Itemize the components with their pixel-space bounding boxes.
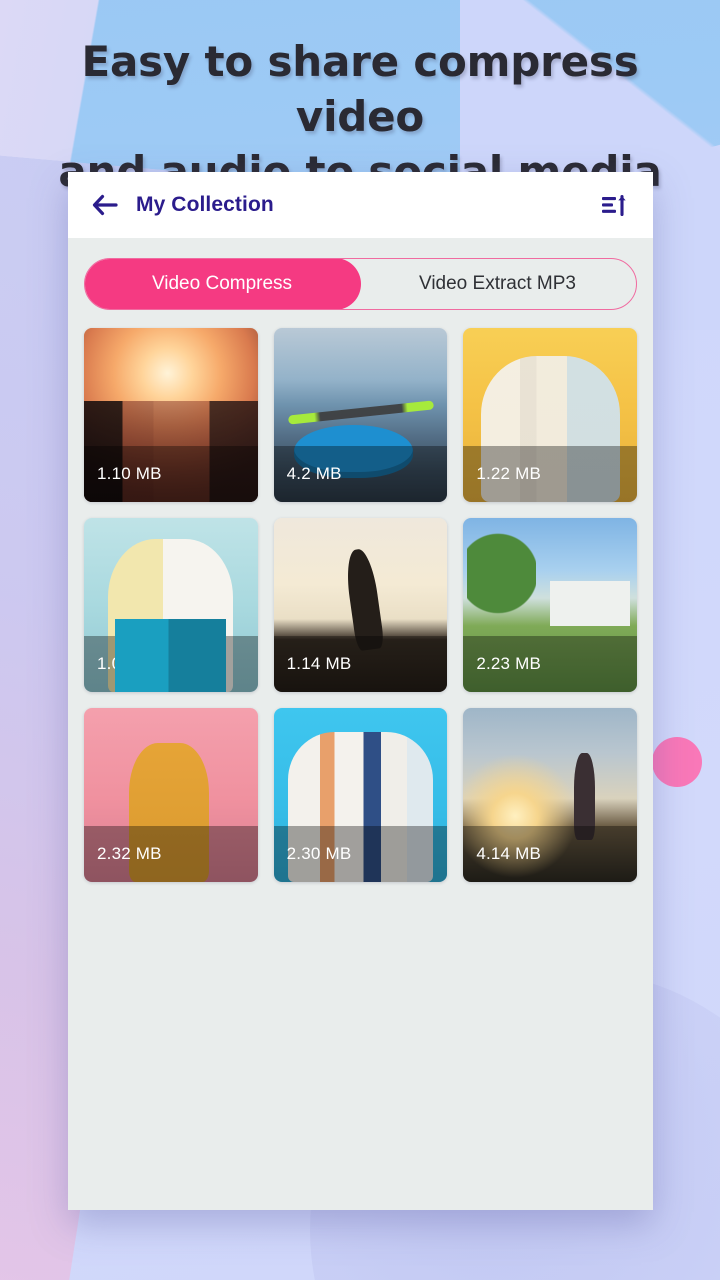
app-screenshot-card: My Collection Video Compress Video Extra… (68, 172, 653, 1210)
file-size-badge: 1.14 MB (273, 636, 448, 692)
app-bar: My Collection (68, 172, 653, 238)
tab-video-compress-label: Video Compress (151, 272, 293, 294)
media-tile[interactable]: 1.10 MB (84, 328, 258, 502)
media-tile[interactable]: 2.30 MB (273, 708, 448, 882)
file-size-badge: 2.30 MB (273, 826, 448, 882)
promo-banner: Easy to share compress video and audio t… (0, 0, 720, 1280)
file-size-badge: 1.22 MB (463, 446, 637, 502)
background-pink-circle (652, 737, 702, 787)
file-size-badge: 4.2 MB (273, 446, 448, 502)
file-size-badge: 1.10 MB (84, 446, 258, 502)
headline-line-1: Easy to share compress video (81, 37, 639, 141)
sort-ascending-icon[interactable] (597, 188, 631, 222)
tab-video-extract-mp3-label: Video Extract MP3 (418, 273, 576, 294)
tab-bar-wrapper: Video Compress Video Extract MP3 (68, 238, 653, 310)
media-tile[interactable]: 1.22 MB (463, 328, 637, 502)
arrow-left-icon[interactable] (88, 188, 122, 222)
file-size-badge: 2.32 MB (84, 826, 258, 882)
media-grid: 1.10 MB 4.2 MB 1.22 MB 1.01 MB 1.14 MB 2 (68, 310, 653, 882)
media-tile[interactable]: 4.2 MB (273, 328, 448, 502)
media-tile[interactable]: 1.14 MB (273, 518, 448, 692)
media-tile[interactable]: 1.01 MB (84, 518, 258, 692)
media-tile[interactable]: 2.23 MB (463, 518, 637, 692)
media-tile[interactable]: 4.14 MB (463, 708, 637, 882)
tab-video-compress[interactable]: Video Compress (85, 259, 361, 309)
tab-video-extract-mp3[interactable]: Video Extract MP3 (359, 259, 636, 309)
file-size-badge: 2.23 MB (463, 636, 637, 692)
tab-bar: Video Compress Video Extract MP3 (84, 258, 637, 310)
page-title: My Collection (136, 193, 274, 216)
media-tile[interactable]: 2.32 MB (84, 708, 258, 882)
file-size-badge: 4.14 MB (463, 826, 637, 882)
